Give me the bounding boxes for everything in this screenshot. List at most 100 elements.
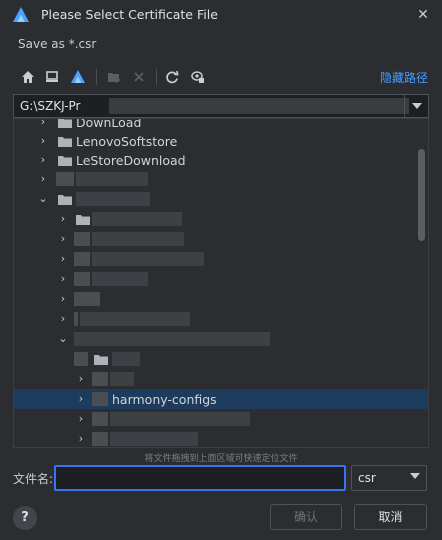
refresh-button[interactable] [162,67,182,87]
delete-icon [134,72,144,82]
title-bar: Please Select Certificate File ✕ [0,0,442,30]
tree-row-download[interactable]: › DownLoad [14,118,428,132]
chevron-down-icon [410,473,420,479]
tree-row-redacted[interactable]: › [14,209,428,229]
tree-row-label: LenovoSoftstore [76,133,178,149]
chevron-right-icon[interactable]: › [37,173,49,185]
extension-value: csr [358,471,376,485]
tree-row-lenovosoftstore[interactable]: › LenovoSoftstore [14,131,428,151]
tree-row-label: LeStoreDownload [76,152,186,168]
chevron-right-icon[interactable]: › [57,313,69,325]
project-icon [71,70,85,83]
redacted-label [92,252,204,266]
chevron-right-icon[interactable]: › [57,273,69,285]
refresh-icon [166,70,179,84]
extension-select[interactable]: csr [351,465,427,491]
redacted-label [76,192,150,206]
redacted-label [110,432,198,446]
redacted-label [110,412,250,426]
chevron-right-icon[interactable]: › [75,413,87,425]
redacted-label [112,352,140,366]
chevron-down-icon [411,103,422,109]
deveco-logo-icon [13,7,29,22]
new-folder-button[interactable] [104,67,124,87]
hide-path-link[interactable]: 隐藏路径 [380,69,428,86]
folder-icon [76,214,90,225]
folder-icon [58,136,72,147]
drag-drop-hint: 将文件拖拽到上面区域可快速定位文件 [144,454,298,464]
toolbar: 隐藏路径 [12,64,430,90]
tree-row-redacted[interactable]: › [14,289,428,309]
tree-row-label: harmony-configs [112,391,217,407]
project-button[interactable] [68,67,88,87]
redacted-label [80,312,190,326]
chevron-right-icon[interactable]: › [57,213,69,225]
chevron-down-icon[interactable]: ⌄ [37,193,49,205]
close-button[interactable]: ✕ [412,4,434,26]
cancel-button[interactable]: 取消 [354,504,427,530]
help-button[interactable]: ? [13,506,37,530]
redacted-label [92,232,184,246]
delete-button[interactable] [129,67,149,87]
tree-row-redacted[interactable]: › [14,249,428,269]
home-icon [22,71,34,83]
tree-row-redacted[interactable]: › [14,429,428,447]
desktop-icon [46,71,58,82]
redacted-icon [92,432,108,446]
tree-row-redacted[interactable]: › [14,369,428,389]
tree-row-redacted[interactable]: › [14,269,428,289]
show-hidden-button[interactable] [188,67,208,87]
new-folder-icon [108,73,120,83]
file-tree[interactable]: › DownLoad › LenovoSoftstore › LeStoreDo… [13,118,429,448]
redacted-label [76,172,148,186]
chevron-right-icon[interactable]: › [37,135,49,147]
show-hidden-icon [191,71,204,83]
chevron-right-icon[interactable]: › [57,233,69,245]
chevron-right-icon[interactable]: › [57,293,69,305]
folder-icon [58,119,72,128]
folder-icon [58,194,72,205]
chevron-right-icon[interactable]: › [37,154,49,166]
redacted-label [110,372,134,386]
window-title: Please Select Certificate File [41,7,218,22]
tree-row-redacted[interactable]: › [14,309,428,329]
tree-row-harmony-configs[interactable]: › harmony-configs [14,389,428,409]
toolbar-separator [96,69,97,85]
desktop-button[interactable] [42,67,62,87]
redacted-icon [74,272,90,286]
close-icon: ✕ [417,7,429,23]
tree-row-redacted[interactable]: › [14,409,428,429]
path-dropdown-button[interactable] [404,95,428,117]
tree-row-lestoredownload[interactable]: › LeStoreDownload [14,150,428,170]
redacted-icon [74,232,90,246]
redacted-icon [74,252,90,266]
folder-icon [58,155,72,166]
filename-input[interactable] [54,465,346,491]
redacted-path [109,98,409,114]
tree-row-redacted-expanded[interactable]: ⌄ [14,329,428,349]
redacted-label [74,292,100,306]
chevron-right-icon[interactable]: › [37,119,49,128]
home-button[interactable] [18,67,38,87]
redacted-label [92,272,148,286]
chevron-right-icon[interactable]: › [75,433,87,445]
tree-scrollbar[interactable] [418,149,425,241]
tree-row-redacted[interactable]: › [14,229,428,249]
tree-row-redacted[interactable]: › [14,169,428,189]
chevron-down-icon[interactable]: ⌄ [57,333,69,345]
redacted-icon [56,172,74,186]
redacted-icon [92,392,108,406]
chevron-right-icon[interactable]: › [75,373,87,385]
chevron-right-icon[interactable]: › [75,393,87,405]
redacted-icon [92,372,108,386]
tree-row-redacted[interactable] [14,349,428,369]
redacted-label [74,332,270,346]
dialog-subtitle: Save as *.csr [18,37,97,51]
toolbar-separator [156,69,157,85]
chevron-right-icon[interactable]: › [57,253,69,265]
tree-row-label: DownLoad [76,118,142,130]
redacted-label [92,212,182,226]
redacted-icon [74,312,78,326]
tree-row-redacted-expanded[interactable]: ⌄ [14,189,428,209]
ok-button[interactable]: 确认 [270,504,342,530]
